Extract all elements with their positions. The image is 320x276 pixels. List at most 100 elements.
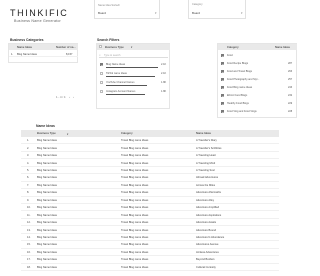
filter-label: Blog Name Ideas — [106, 62, 126, 66]
row-name-idea: Aimless Adventures — [196, 250, 219, 254]
row-index: 12. — [27, 221, 31, 225]
row-index: 14. — [27, 236, 31, 240]
table-row[interactable]: 12. Blog Name Ideas Travel Blog name Ideas… — [21, 219, 279, 227]
filter-checkbox[interactable] — [100, 80, 104, 84]
filter-checkbox[interactable] — [100, 71, 104, 75]
row-index: 13. — [27, 228, 31, 232]
column-header-number-of-names[interactable]: Number of na... — [56, 46, 76, 49]
category-checkbox[interactable] — [221, 61, 225, 65]
business-categories-title: Business Categories — [10, 38, 44, 42]
table-row[interactable]: 10. Blog Name Ideas Travel Blog name Ideas… — [21, 204, 279, 212]
search-box[interactable]: ⌕ Type to search — [99, 52, 168, 58]
table-row[interactable]: 17. Blog Name Ideas Travel Blog name Ideas… — [21, 256, 279, 264]
column-header-name-ideas[interactable]: Name Ideas — [17, 46, 32, 49]
category-item[interactable]: Ethnic Food Blogs 232 — [218, 92, 297, 99]
row-business-type: Blog Name Ideas — [37, 154, 57, 158]
business-categories-table: Name Ideas Number of na... 1. Blog Name … — [8, 43, 78, 63]
category-item[interactable]: Food Blog name Ideas 243 — [218, 84, 297, 91]
row-name-idea: Adventure Bound — [196, 228, 217, 232]
row-business-type: Blog Name Ideas — [37, 191, 57, 195]
row-name-idea: A Traveling Soul — [196, 168, 215, 172]
table-row[interactable]: 2. Blog Name Ideas Travel Blog name Ideas A… — [21, 144, 279, 152]
filter-item[interactable]: TikTok name Ideas 2.1K — [97, 70, 170, 78]
category-item[interactable]: Food and Travel Blogs 263 — [218, 68, 297, 75]
row-index: 1. — [11, 52, 14, 56]
category-value: 229 — [288, 101, 293, 105]
chevron-down-icon: ▾ — [155, 11, 157, 15]
row-business-type: Blog Name Ideas — [37, 243, 57, 247]
table-row[interactable]: 11. Blog Name Ideas Travel Blog name Ideas… — [21, 212, 279, 219]
table-header: Business Type ▾ — [97, 44, 170, 50]
row-name-idea: Adventurer's Abundance — [196, 236, 225, 240]
row-index: 16. — [27, 250, 31, 254]
filter-value: 1.8K — [161, 89, 167, 93]
filter-checkbox[interactable] — [100, 89, 104, 93]
category-checkbox[interactable] — [221, 101, 225, 105]
category-checkbox[interactable] — [221, 77, 225, 81]
sort-icon[interactable]: ▾ — [131, 45, 132, 49]
column-header-name-ideas[interactable]: Name Ideas — [275, 46, 290, 49]
table-row[interactable]: 18. Blog Name Ideas Travel Blog name Ideas… — [21, 264, 279, 272]
table-row[interactable]: 1. Blog Name Ideas Travel Blog name Ideas A… — [21, 137, 279, 145]
filter-item[interactable]: YouTube Channel Names 1.8K — [97, 79, 170, 87]
table-row[interactable]: 5. Blog Name Ideas Travel Blog name Ideas A… — [21, 167, 279, 175]
select-all-checkbox[interactable] — [99, 45, 103, 49]
row-business-type: Blog Name Ideas — [37, 161, 57, 165]
row-category: Travel Blog name Ideas — [121, 176, 149, 180]
row-name-idea: Across the Miles — [196, 183, 216, 187]
table-row[interactable]: 4. Blog Name Ideas Travel Blog name Ideas A… — [21, 159, 279, 167]
table-row[interactable]: 3. Blog Name Ideas Travel Blog name Ideas A… — [21, 152, 279, 160]
category-item[interactable]: Healthy Food Blogs 229 — [218, 100, 297, 107]
table-row[interactable]: 8. Blog Name Ideas Travel Blog name Ideas A… — [21, 189, 279, 197]
filter-item[interactable]: Blog Name Ideas 2.1K — [97, 61, 170, 69]
name-ideas-sort-dropdown[interactable]: Name Idea Sorted/ Board ▾ — [94, 0, 160, 19]
column-header-name-ideas[interactable]: Name Ideas — [196, 132, 211, 135]
filter-bar — [106, 85, 147, 87]
table-row[interactable]: 15. Blog Name Ideas Travel Blog name Ideas… — [21, 241, 279, 249]
filter-label: YouTube Channel Names — [106, 80, 135, 84]
category-checkbox[interactable] — [221, 109, 225, 113]
row-name-idea: Cultural Curiosity — [196, 265, 216, 269]
row-name-idea: Abroad Adventures — [196, 176, 219, 180]
brand-logo-title: THINKIFIC — [10, 8, 69, 18]
table-row[interactable]: 6. Blog Name Ideas Travel Blog name Ideas A… — [21, 174, 279, 182]
row-name-idea: Adventure Alley — [196, 198, 215, 202]
chevron-left-icon[interactable]: ‹ — [69, 95, 70, 99]
row-index: 9. — [27, 198, 30, 202]
filter-item[interactable]: Instagram Account Names 1.8K — [97, 88, 170, 96]
table-row[interactable]: 16. Blog Name Ideas Travel Blog name Ideas… — [21, 249, 279, 257]
category-checkbox[interactable] — [221, 69, 225, 73]
table-row[interactable]: 9. Blog Name Ideas Travel Blog name Ideas A… — [21, 197, 279, 204]
row-name-idea: A Traveller's Scribbles — [196, 146, 222, 150]
column-header-business-type[interactable]: Business Type — [105, 46, 124, 49]
table-row[interactable]: 13. Blog Name Ideas Travel Blog name Ideas… — [21, 226, 279, 234]
category-dropdown[interactable]: Category Board ▾ — [188, 0, 246, 19]
column-header-category[interactable]: Category — [227, 46, 239, 49]
row-index: 18. — [27, 265, 31, 269]
row-count: 8,157 — [66, 52, 73, 56]
table-row[interactable]: 7. Blog Name Ideas Travel Blog name Ideas A… — [21, 182, 279, 190]
row-name: Blog Name Ideas — [17, 52, 37, 56]
column-header-business-type[interactable]: Business Type — [37, 132, 56, 135]
category-checkbox[interactable] — [221, 53, 225, 57]
category-item[interactable]: Food Recipe Blogs 287 — [218, 60, 297, 67]
category-search-row[interactable]: Food — [218, 52, 297, 59]
table-header: Category Name Ideas — [218, 44, 297, 50]
table-row[interactable]: 14. Blog Name Ideas Travel Blog name Ideas… — [21, 234, 279, 242]
table-row[interactable]: 1. Blog Name Ideas 8,157 — [9, 51, 78, 57]
search-filters-title: Search Filters — [97, 38, 120, 42]
filter-checkbox[interactable] — [100, 62, 104, 66]
category-checkbox[interactable] — [221, 85, 225, 89]
category-item[interactable]: Food Photography and Styl... 257 — [218, 76, 297, 83]
category-dropdown-label: Category — [192, 3, 203, 6]
pager-text: 1 - 4 / 4 — [56, 95, 66, 99]
filter-label: TikTok name Ideas — [106, 71, 127, 75]
row-category: Travel Blog name Ideas — [121, 191, 149, 195]
category-checkbox[interactable] — [221, 93, 225, 97]
row-business-type: Blog Name Ideas — [37, 168, 57, 172]
brand-subtitle: Business Name Generator — [14, 19, 61, 23]
column-header-category[interactable]: Category — [121, 132, 133, 135]
chevron-right-icon[interactable]: › — [73, 95, 74, 99]
category-item[interactable]: Food Vlog and Food Vlogs 228 — [218, 108, 297, 115]
sort-icon[interactable]: ▾ — [67, 132, 68, 136]
